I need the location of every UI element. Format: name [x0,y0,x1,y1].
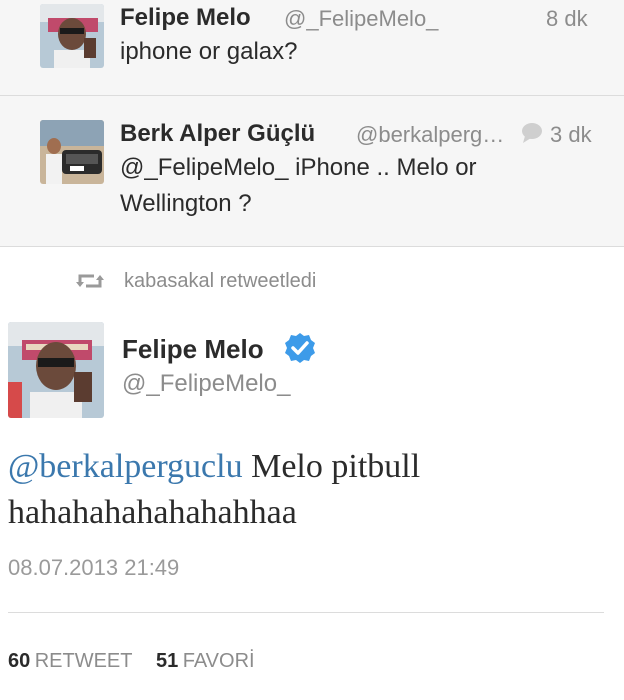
tweet-item[interactable]: Felipe Melo @_FelipeMelo_ 8 dk iphone or… [0,0,624,95]
avatar[interactable] [40,120,104,184]
mention-link[interactable]: @berkalperguclu [8,448,243,485]
tweet-text-rest: Melo pitbull [242,448,421,485]
divider [0,246,624,247]
tweet-item[interactable]: Berk Alper Güçlü @berkalperg… 3 dk @_Fel… [0,96,624,246]
reply-bubble-icon [520,122,544,144]
author-name: Berk Alper Güçlü [120,120,316,147]
tweet-text-line2: Wellington ? [120,190,252,217]
timestamp: 3 dk [550,122,592,147]
main-author-name[interactable]: Felipe Melo [122,334,264,365]
author-name: Felipe Melo [120,4,251,31]
verified-badge-icon [284,332,316,364]
avatar[interactable] [40,4,104,68]
favorite-label: FAVORİ [182,650,255,672]
favorite-stat[interactable]: 51 FAVORİ [156,650,255,673]
author-handle: @berkalperg… [356,122,505,147]
retweet-count: 60 [8,650,31,672]
retweet-label: RETWEET [34,650,133,672]
author-handle: @_FelipeMelo_ [284,6,439,31]
main-author-handle[interactable]: @_FelipeMelo_ [122,370,290,398]
tweet-text-line1: @_FelipeMelo_ iPhone .. Melo or [120,154,477,181]
main-tweet-text: @berkalperguclu Melo pitbull [8,444,618,490]
retweeted-by-label[interactable]: kabasakal retweetledi [124,270,316,293]
divider [8,612,604,613]
retweet-icon [76,271,104,291]
tweet-datetime: 08.07.2013 21:49 [8,555,180,580]
tweet-text: iphone or galax? [120,38,298,65]
retweet-stat[interactable]: 60 RETWEET [8,650,132,673]
main-avatar[interactable] [8,322,104,418]
favorite-count: 51 [156,650,179,672]
timestamp: 8 dk [546,6,588,31]
main-tweet-text-line2: hahahahahahahahhaa [8,494,297,531]
